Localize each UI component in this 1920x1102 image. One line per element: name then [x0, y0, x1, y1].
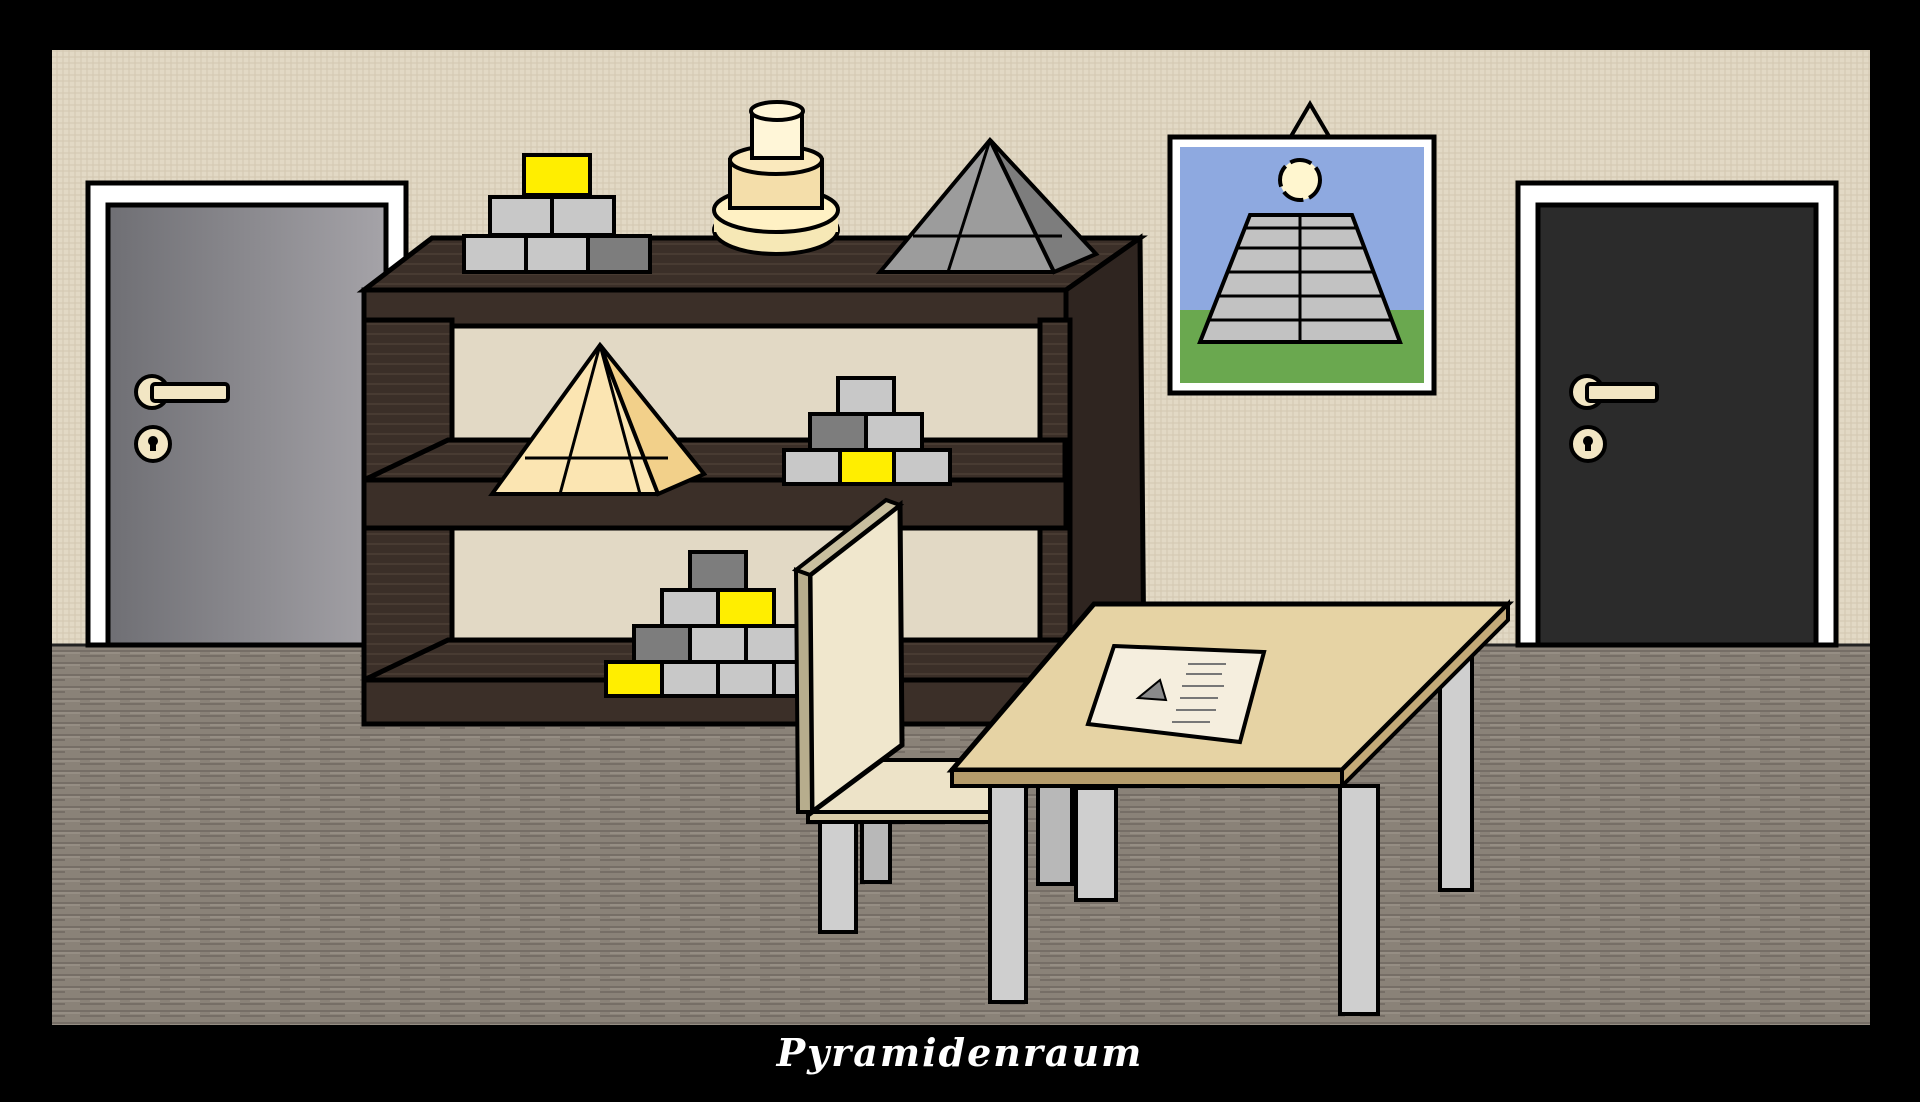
keyhole-icon — [134, 425, 172, 463]
paper-note[interactable] — [1085, 643, 1267, 745]
keyhole-icon — [1569, 425, 1607, 463]
wall-poster[interactable] — [1167, 100, 1437, 396]
door-left[interactable] — [85, 180, 409, 648]
scene-caption: Pyramidenraum — [776, 1030, 1144, 1075]
door-right[interactable] — [1515, 180, 1839, 648]
room-scene — [0, 0, 1920, 1102]
